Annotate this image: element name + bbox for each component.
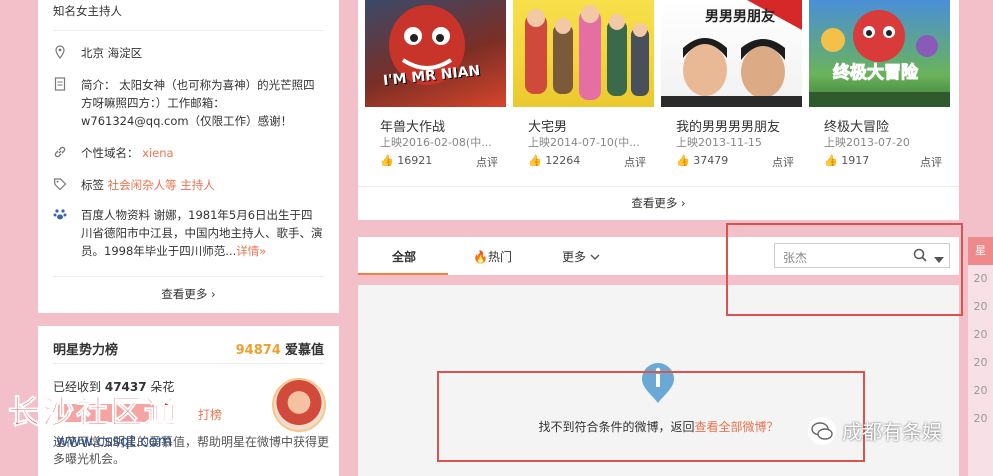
movie-poster[interactable]: 终极大冒险 [809,0,950,107]
movie-likes: 1917 [841,154,870,167]
fire-icon: 🔥 [473,250,488,264]
movie-footer: 👍 12264 点评 [528,154,646,170]
tab-all[interactable]: 全部 [358,237,448,275]
thumbs-up-icon[interactable]: 👍 [824,154,838,167]
baike-row: 百度人物资料 谢娜，1981年5月6日出生于四川省德阳市中江县，中国内地主持人、… [53,206,324,260]
thumbs-up-icon[interactable]: 👍 [528,154,542,167]
movie-title[interactable]: 大宅男 [528,116,567,135]
side-strip-top[interactable]: 星 [968,237,993,265]
movie-date: 上映2013-07-20 [824,136,910,149]
hit-list-link[interactable]: 打榜 [198,406,222,423]
side-year[interactable]: 20 [968,321,993,349]
tags-row: 标签 社会闲杂人等 主持人 [53,176,324,194]
movie-date: 上映2014-07-10(中... [528,136,640,149]
tab-more-label: 更多 [562,250,587,264]
watermark-left: 长沙社区通 www.cssqt.com [7,393,179,451]
domain-link[interactable]: xiena [142,146,173,160]
bio-text: 简介： 太阳女神（也可称为喜神）的光芒照四方呀嘛照四方：）工作邮箱：w76132… [81,78,315,128]
side-year[interactable]: 20 [968,265,993,293]
wechat-icon [808,416,836,445]
movie-likes: 12264 [545,154,581,167]
side-year[interactable]: 20 [968,349,993,377]
rank-title: 明星势力榜 [53,343,119,358]
movie-card[interactable]: 男男男朋友 我的男男男男朋友 上映2013-11-15 👍 37479 点评 [661,0,802,169]
movie-review-link[interactable]: 点评 [920,154,942,170]
bio-row: 简介： 太阳女神（也可称为喜神）的光芒照四方呀嘛照四方：）工作邮箱：w76132… [53,76,324,130]
highlight-box [726,223,963,316]
rank-score-label: 爱慕值 [284,343,324,358]
movie-poster[interactable]: 男男男朋友 [661,0,802,107]
tab-hot[interactable]: 🔥热门 [473,248,512,265]
movie-title[interactable]: 我的男男男男朋友 [676,116,780,135]
profile-view-more-link[interactable]: 查看更多 › [38,286,339,302]
movie-card[interactable]: 终极大冒险 终极大冒险 上映2013-07-20 👍 1917 点评 [809,0,950,169]
movie-card[interactable]: I'M MR NIAN 年兽大作战 上映2016-02-08(中... 👍 16… [365,0,506,169]
side-year[interactable]: 20 [968,293,993,321]
movie-date: 上映2016-02-08(中... [380,136,492,149]
profile-panel: 知名女主持人 北京 海淀区 简介： 太阳女神（也可称为喜神）的光芒照四方呀嘛照四… [38,0,339,313]
tag-icon [53,177,67,193]
watermark-right: 成都有条娱 [808,416,942,445]
tags-link[interactable]: 社会闲杂人等 主持人 [108,178,215,192]
movie-title[interactable]: 年兽大作战 [380,116,445,135]
thumbs-up-icon[interactable]: 👍 [676,154,690,167]
flowers-unit: 朵花 [150,380,175,394]
flowers-count: 47437 [104,380,147,394]
baike-more-link[interactable]: 详情» [236,244,266,258]
movie-date: 上映2013-11-15 [676,136,762,149]
link-icon [53,145,67,161]
watermark-left-url: www.cssqt.com [56,432,173,450]
movie-card[interactable]: 大宅男 上映2014-07-10(中... 👍 12264 点评 [513,0,654,169]
divider [53,30,324,31]
side-year[interactable]: 20 [968,405,993,433]
profile-intro: 知名女主持人 [53,4,122,18]
chevron-down-icon [590,250,600,264]
movie-poster[interactable]: I'M MR NIAN [365,0,506,107]
domain-label: 个性域名： [81,146,139,160]
avatar[interactable] [272,378,326,432]
flowers-received-label: 已经收到 [53,380,102,394]
paw-icon [53,207,67,223]
movie-likes: 16921 [397,154,433,167]
location-pin-icon [53,45,67,61]
divider [53,363,324,364]
watermark-right-text: 成都有条娱 [842,420,942,444]
tab-more[interactable]: 更多 [562,248,600,265]
tab-hot-label: 热门 [487,250,512,264]
rank-score: 94874 爱慕值 [236,339,324,358]
baike-text: 百度人物资料 谢娜，1981年5月6日出生于四川省德阳市中江县，中国内地主持人、… [81,206,324,260]
baike-body: 百度人物资料 谢娜，1981年5月6日出生于四川省德阳市中江县，中国内地主持人、… [81,208,323,258]
rank-score-value: 94874 [235,343,281,358]
divider [53,276,324,277]
movie-review-link[interactable]: 点评 [772,154,794,170]
movie-title[interactable]: 终极大冒险 [824,116,889,135]
divider [358,186,959,187]
movie-review-link[interactable]: 点评 [476,154,498,170]
poster-text: 终极大冒险 [833,63,919,84]
highlight-box [437,371,865,462]
movie-footer: 👍 37479 点评 [676,154,794,170]
location-row: 北京 海淀区 [53,44,324,62]
movie-footer: 👍 16921 点评 [380,154,498,170]
document-icon [53,77,67,93]
movies-panel: I'M MR NIAN 年兽大作战 上映2016-02-08(中... 👍 16… [358,0,959,220]
domain-row: 个性域名： xiena [53,144,324,162]
movie-footer: 👍 1917 点评 [824,154,942,170]
side-year[interactable]: 20 [968,377,993,405]
watermark-left-title: 长沙社区通 [7,393,179,431]
movie-likes: 37479 [693,154,729,167]
tab-all-label: 全部 [392,250,417,264]
thumbs-up-icon[interactable]: 👍 [380,154,394,167]
tags-label: 标签 [81,178,104,192]
movie-poster[interactable] [513,0,654,107]
movies-view-more-link[interactable]: 查看更多 › [358,195,959,211]
side-strip: 星 20 20 20 20 20 20 [968,237,993,476]
movie-review-link[interactable]: 点评 [624,154,646,170]
location-text: 北京 海淀区 [81,46,143,60]
poster-text: 男男男朋友 [705,9,775,25]
